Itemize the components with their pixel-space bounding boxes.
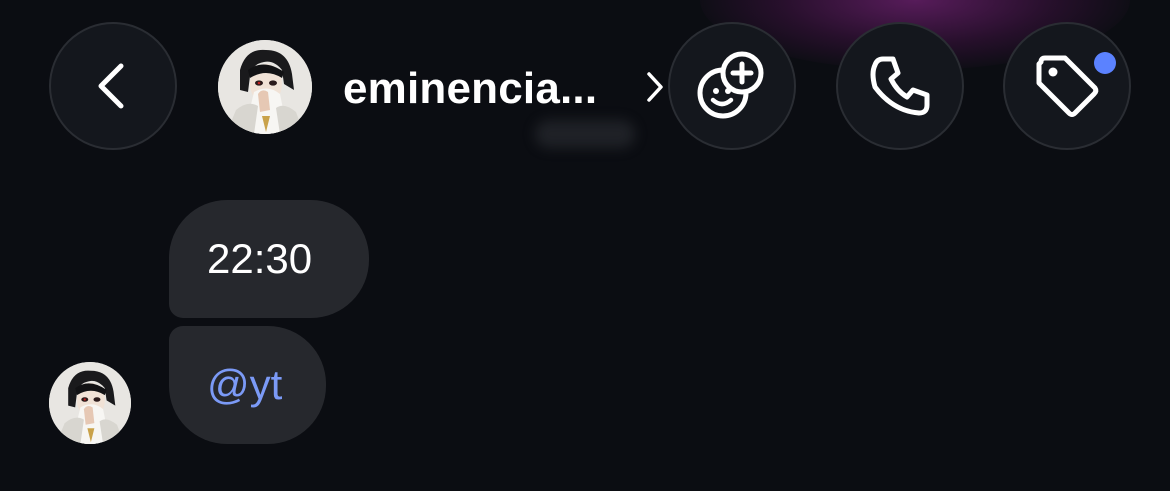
back-button[interactable] — [49, 22, 177, 150]
message-bubble-mention[interactable]: @yt — [169, 326, 326, 444]
call-button[interactable] — [836, 22, 964, 150]
chevron-left-icon — [98, 63, 124, 109]
mention-link[interactable]: @yt — [207, 361, 282, 409]
blurred-status — [535, 120, 635, 148]
tag-icon — [1036, 55, 1099, 117]
notification-dot — [1094, 52, 1116, 74]
chevron-right-icon[interactable] — [645, 70, 665, 104]
message-text: 22:30 — [207, 235, 313, 282]
sender-avatar[interactable] — [49, 362, 131, 444]
message-bubble[interactable]: 22:30 — [169, 200, 369, 318]
contact-name[interactable]: eminencia... — [343, 64, 597, 114]
contact-avatar[interactable] — [218, 40, 312, 134]
tag-button[interactable] — [1003, 22, 1131, 150]
sticker-add-button[interactable] — [668, 22, 796, 150]
sticker-plus-icon — [697, 51, 764, 119]
phone-icon — [870, 56, 930, 116]
